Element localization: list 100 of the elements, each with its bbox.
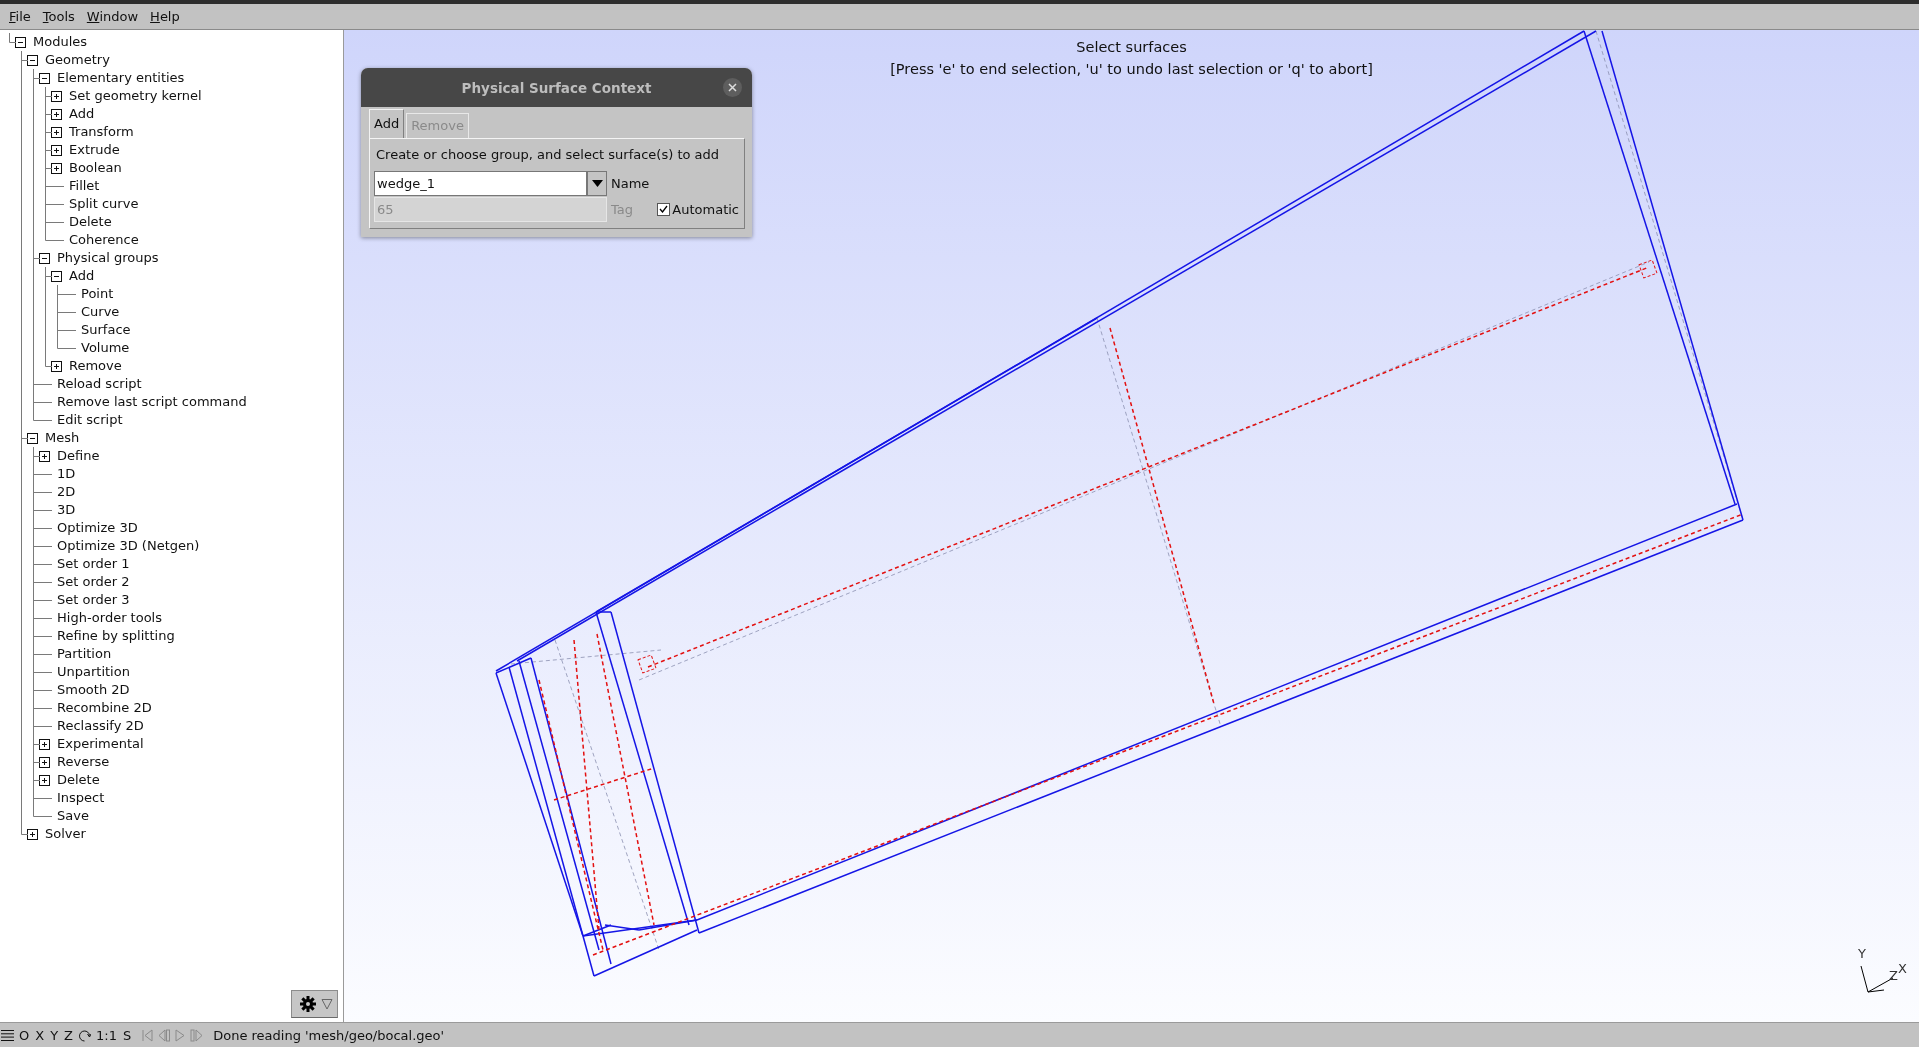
dropdown-button[interactable] <box>587 170 607 196</box>
selection-hint: [Press 'e' to end selection, 'u' to undo last selection or 'q' to abort] <box>890 60 1373 79</box>
tree-connector <box>33 681 52 699</box>
plus-icon[interactable] <box>27 828 38 840</box>
tree-item[interactable]: Smooth 2D <box>57 681 130 699</box>
tree-item[interactable]: Refine by splitting <box>57 627 175 645</box>
caret-icon <box>591 179 603 187</box>
plus-icon[interactable] <box>51 108 62 120</box>
plus-icon[interactable] <box>39 450 50 462</box>
tree-item[interactable]: Geometry <box>45 51 110 69</box>
menu-icon[interactable] <box>1 1028 14 1042</box>
scale-button[interactable]: 1:1 <box>95 1027 118 1043</box>
tree-item[interactable]: Reload script <box>57 375 142 393</box>
menu-item[interactable]: Window <box>80 9 145 24</box>
plus-icon[interactable] <box>39 738 50 750</box>
view-button[interactable]: Z <box>63 1027 74 1043</box>
minus-icon[interactable] <box>27 432 38 444</box>
tree-item[interactable]: Unpartition <box>57 663 130 681</box>
tree-connector <box>33 555 52 573</box>
checkbox[interactable] <box>657 202 671 216</box>
skip-start-icon[interactable] <box>142 1028 156 1042</box>
minus-icon[interactable] <box>15 36 26 48</box>
axis-label: X <box>1898 961 1907 976</box>
tree-item[interactable]: Solver <box>45 825 86 843</box>
tree-item[interactable]: Fillet <box>69 177 100 195</box>
tree-item[interactable]: Partition <box>57 645 112 663</box>
plus-icon[interactable] <box>39 756 50 768</box>
tree-item[interactable]: Delete <box>57 771 100 789</box>
tree-item[interactable]: Optimize 3D (Netgen) <box>57 537 200 555</box>
tree-item[interactable]: 1D <box>57 465 76 483</box>
tree-item[interactable]: Physical groups <box>57 249 159 267</box>
close-icon <box>728 83 737 92</box>
tree-item[interactable]: Surface <box>81 321 131 339</box>
tree-item[interactable]: Remove <box>69 357 122 375</box>
tree-item[interactable]: Set order 1 <box>57 555 130 573</box>
settings-button[interactable] <box>291 990 338 1018</box>
tree-item[interactable]: Set geometry kernel <box>69 87 202 105</box>
plus-icon[interactable] <box>51 162 62 174</box>
menu-item[interactable]: Tools <box>36 9 81 24</box>
tree-item[interactable]: Add <box>69 105 95 123</box>
tree-item[interactable]: 2D <box>57 483 76 501</box>
tree-connector <box>33 663 52 681</box>
plus-icon[interactable] <box>39 774 50 786</box>
tree-item[interactable]: Set order 2 <box>57 573 130 591</box>
tree-item[interactable]: Transform <box>69 123 134 141</box>
rotate-icon[interactable] <box>78 1028 91 1042</box>
tree-item[interactable]: Recombine 2D <box>57 699 152 717</box>
tree-item[interactable]: Split curve <box>69 195 139 213</box>
tree-item[interactable]: Coherence <box>69 231 139 249</box>
tree-item[interactable]: 3D <box>57 501 76 519</box>
tree-item[interactable]: Add <box>69 267 95 285</box>
tree-connector <box>33 537 52 555</box>
tree-connector <box>57 303 76 321</box>
tree-connector <box>33 699 52 717</box>
tree-item[interactable]: Experimental <box>57 735 144 753</box>
tree-item[interactable]: Optimize 3D <box>57 519 138 537</box>
tree-item[interactable]: Reverse <box>57 753 110 771</box>
menu-item[interactable]: Help <box>144 9 186 24</box>
tree-item[interactable]: Curve <box>81 303 120 321</box>
minus-icon[interactable] <box>27 54 38 66</box>
toggle-button[interactable]: S <box>121 1027 133 1043</box>
close-button[interactable] <box>723 78 742 97</box>
field-label: Tag <box>611 201 633 217</box>
tree-item[interactable]: Point <box>81 285 114 303</box>
plus-icon[interactable] <box>51 90 62 102</box>
tree-connector <box>33 483 52 501</box>
tree-item[interactable]: Set order 3 <box>57 591 130 609</box>
view-button[interactable]: Y <box>49 1027 60 1043</box>
tree-item[interactable]: Volume <box>81 339 130 357</box>
tree-item[interactable]: Define <box>57 447 100 465</box>
view-button[interactable]: X <box>34 1027 46 1043</box>
tree-item[interactable]: Extrude <box>69 141 120 159</box>
plus-icon[interactable] <box>51 126 62 138</box>
plus-icon[interactable] <box>51 360 62 372</box>
tree-item[interactable]: Boolean <box>69 159 122 177</box>
tree-connector <box>33 501 52 519</box>
tree-item[interactable]: Edit script <box>57 411 123 429</box>
tab[interactable]: Add <box>369 109 405 138</box>
tree-item[interactable]: Elementary entities <box>57 69 185 87</box>
tree-item[interactable]: Save <box>57 807 89 825</box>
instruction-text: Create or choose group, and select surface(s) to add <box>376 147 721 162</box>
selection-prompt: Select surfaces <box>1076 38 1187 57</box>
tree-item[interactable]: Remove last script command <box>57 393 247 411</box>
tree-item[interactable]: Mesh <box>45 429 80 447</box>
status-message: Done reading 'mesh/geo/bocal.geo' <box>213 1027 445 1043</box>
menu-item[interactable]: File <box>3 9 37 24</box>
tree-item[interactable]: Inspect <box>57 789 105 807</box>
minus-icon[interactable] <box>39 72 50 84</box>
tree-item[interactable]: Modules <box>33 33 88 51</box>
minus-icon[interactable] <box>39 252 50 264</box>
tree-connector <box>33 519 52 537</box>
tree-item[interactable]: Reclassify 2D <box>57 717 144 735</box>
tree-item[interactable]: High-order tools <box>57 609 162 627</box>
name-field[interactable]: wedge_1 <box>374 170 587 196</box>
field-label: Name <box>611 175 650 191</box>
plus-icon[interactable] <box>51 144 62 156</box>
axis-label: Y <box>1858 946 1866 961</box>
view-button[interactable]: O <box>18 1027 31 1043</box>
minus-icon[interactable] <box>51 270 62 282</box>
tree-item[interactable]: Delete <box>69 213 112 231</box>
